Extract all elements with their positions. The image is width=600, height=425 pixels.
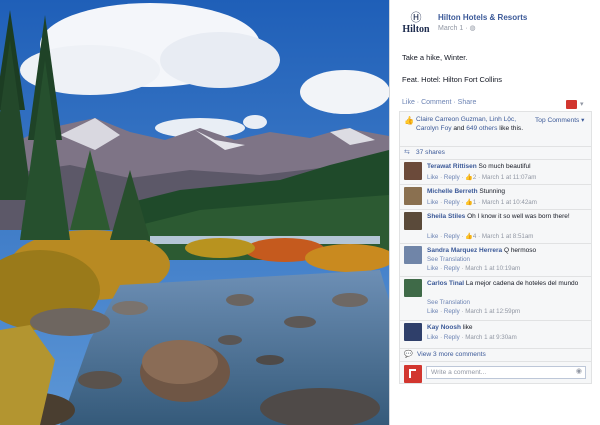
globe-icon: ◍ bbox=[469, 25, 476, 32]
avatar[interactable] bbox=[404, 365, 422, 383]
comment-author[interactable]: Kay Noosh bbox=[427, 324, 461, 331]
camera-icon[interactable]: ◉ bbox=[576, 368, 582, 376]
post-photo[interactable] bbox=[0, 0, 389, 425]
comment-action[interactable]: Comment bbox=[421, 99, 451, 106]
comment-item: Sheila Stiles Oh I know it so well was b… bbox=[400, 209, 591, 244]
page-name-link[interactable]: Hilton Hotels & Resorts bbox=[438, 13, 527, 22]
chevron-down-icon[interactable]: ▾ bbox=[580, 100, 584, 108]
comment-like-link[interactable]: Like bbox=[427, 233, 438, 240]
comment-body: like bbox=[462, 324, 473, 331]
comment-reply-link[interactable]: Reply bbox=[444, 308, 460, 315]
comment-item: Sandra Marquez Herrera Q hermoso See Tra… bbox=[400, 243, 591, 277]
page-avatar-button[interactable] bbox=[566, 100, 577, 109]
comment-reply-link[interactable]: Reply bbox=[444, 265, 460, 272]
share-icon: ⇆ bbox=[404, 149, 410, 156]
comment-item: Terawat Rittisen So much beautiful Like … bbox=[400, 159, 591, 185]
comment-bubble-icon: 💬 bbox=[404, 351, 413, 358]
likes-suffix-text: like this. bbox=[497, 125, 524, 132]
comment-like-link[interactable]: Like bbox=[427, 265, 438, 272]
likes-summary: 👍 Claire Carreon Guzman, Linh Lộc, Carol… bbox=[400, 112, 591, 147]
comment-item: Michelle Berreth Stunning Like · Reply ·… bbox=[400, 184, 591, 210]
avatar[interactable] bbox=[404, 212, 422, 230]
comment-body: Oh I know it so well was born there! bbox=[467, 213, 570, 220]
post-date[interactable]: March 1 · ◍ bbox=[438, 24, 476, 32]
comment-like-link[interactable]: Like bbox=[427, 308, 438, 315]
comment-time[interactable]: March 1 at 10:42am bbox=[482, 199, 537, 206]
like-thumb-icon: 👍 bbox=[465, 233, 473, 240]
comment-time[interactable]: March 1 at 10:19am bbox=[465, 265, 520, 272]
post-header: Ⓗ Hilton Hilton Hotels & Resorts March 1… bbox=[390, 0, 600, 46]
shares-summary: ⇆ 37 shares bbox=[400, 146, 591, 160]
comment-like-count-text: 2 bbox=[472, 174, 477, 181]
post-date-text: March 1 bbox=[438, 25, 464, 32]
comment-body: So much beautiful bbox=[478, 163, 531, 170]
comment-author[interactable]: Michelle Berreth bbox=[427, 188, 478, 195]
comment-reply-link[interactable]: Reply bbox=[444, 334, 460, 341]
comments-section: 👍 Claire Carreon Guzman, Linh Lộc, Carol… bbox=[399, 111, 592, 384]
like-thumb-icon: 👍 bbox=[465, 199, 473, 206]
likes-and-text: and bbox=[451, 125, 467, 132]
view-more-comments-link[interactable]: View 3 more comments bbox=[417, 351, 486, 358]
avatar[interactable] bbox=[404, 279, 422, 297]
comment-like-link[interactable]: Like bbox=[427, 174, 438, 181]
comment-time[interactable]: March 1 at 9:30am bbox=[465, 334, 517, 341]
comment-body: Stunning bbox=[479, 188, 506, 195]
comment-like-link[interactable]: Like bbox=[427, 199, 438, 206]
comment-reply-link[interactable]: Reply bbox=[444, 174, 460, 181]
avatar[interactable] bbox=[404, 323, 422, 341]
comment-author[interactable]: Sandra Marquez Herrera bbox=[427, 247, 502, 254]
comment-input-placeholder: Write a comment... bbox=[431, 369, 487, 376]
avatar[interactable] bbox=[404, 162, 422, 180]
comment-like-count[interactable]: 👍2 bbox=[465, 174, 476, 181]
comment-reply-link[interactable]: Reply bbox=[444, 199, 460, 206]
post-text-line1: Take a hike, Winter. bbox=[402, 53, 468, 62]
comment-time[interactable]: March 1 at 12:59pm bbox=[465, 308, 520, 315]
see-translation-link[interactable]: See Translation bbox=[427, 256, 470, 263]
comment-item: Carlos Tinal La mejor cadena de hoteles … bbox=[400, 276, 591, 321]
avatar[interactable] bbox=[404, 187, 422, 205]
hilton-logo-glyph: Ⓗ bbox=[410, 12, 422, 24]
comment-item: Kay Noosh like Like · Reply · March 1 at… bbox=[400, 320, 591, 349]
comment-author[interactable]: Sheila Stiles bbox=[427, 213, 465, 220]
comment-like-count-text: 4 bbox=[472, 233, 477, 240]
write-comment-row: Write a comment... ◉ bbox=[400, 361, 591, 384]
post-text-line2: Feat. Hotel: Hilton Fort Collins bbox=[402, 75, 503, 84]
hilton-logo-text: Hilton bbox=[402, 24, 430, 35]
comment-time[interactable]: March 1 at 11:07am bbox=[482, 174, 537, 181]
post-side-panel: Ⓗ Hilton Hilton Hotels & Resorts March 1… bbox=[389, 0, 600, 425]
comment-like-count-text: 1 bbox=[472, 199, 477, 206]
avatar[interactable] bbox=[404, 246, 422, 264]
post-actions: Like · Comment · Share bbox=[402, 99, 476, 106]
comment-body: Q hermoso bbox=[503, 247, 537, 254]
comment-input[interactable]: Write a comment... ◉ bbox=[426, 366, 586, 379]
comment-like-link[interactable]: Like bbox=[427, 334, 438, 341]
likers-others-link[interactable]: 649 others bbox=[466, 125, 497, 132]
hilton-logo-icon[interactable]: Ⓗ Hilton bbox=[402, 13, 430, 39]
comment-author[interactable]: Terawat Rittisen bbox=[427, 163, 477, 170]
comment-time[interactable]: March 1 at 8:51am bbox=[482, 233, 534, 240]
share-action[interactable]: Share bbox=[458, 99, 477, 106]
like-thumb-icon: 👍 bbox=[404, 116, 414, 125]
shares-count-link[interactable]: 37 shares bbox=[416, 149, 445, 156]
comment-like-count[interactable]: 👍1 bbox=[465, 199, 476, 206]
comment-reply-link[interactable]: Reply bbox=[444, 233, 460, 240]
like-thumb-icon: 👍 bbox=[465, 174, 473, 181]
view-more-comments[interactable]: 💬 View 3 more comments bbox=[400, 349, 591, 361]
see-translation-link[interactable]: See Translation bbox=[427, 299, 470, 306]
landscape-image bbox=[0, 0, 389, 425]
like-action[interactable]: Like bbox=[402, 99, 415, 106]
comment-author[interactable]: Carlos Tinal bbox=[427, 280, 464, 287]
comment-like-count[interactable]: 👍4 bbox=[465, 233, 476, 240]
top-comments-dropdown[interactable]: Top Comments ▾ bbox=[535, 116, 584, 124]
comment-body: La mejor cadena de hoteles del mundo bbox=[465, 280, 579, 287]
